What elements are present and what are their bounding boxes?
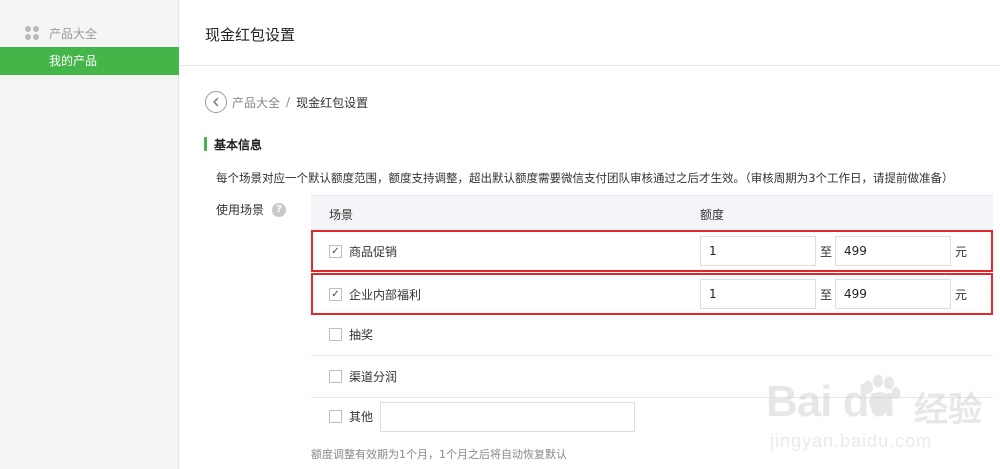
scene-label: 渠道分润	[349, 370, 398, 384]
field-label-text: 使用场景	[216, 203, 265, 217]
other-scene-input[interactable]	[380, 402, 635, 432]
min-amount-input[interactable]	[700, 279, 816, 309]
range-to-text: 至	[820, 288, 833, 302]
watermark-url: jingyan.baidu.com	[770, 431, 933, 451]
scene-label: 其他	[349, 410, 374, 424]
checkbox-employee-benefits[interactable]: ✓	[329, 288, 342, 301]
grid-dots-icon	[25, 26, 39, 40]
sidebar-item-my-products[interactable]: 我的产品	[0, 47, 179, 75]
table-row: ✓ 企业内部福利 至 元	[311, 273, 993, 315]
checkbox-lottery[interactable]	[329, 328, 342, 341]
paw-icon	[863, 374, 901, 412]
table-row: 抽奖	[311, 314, 993, 356]
breadcrumb-separator: /	[286, 95, 291, 109]
unit-text: 元	[955, 288, 968, 302]
sidebar-category-product-catalog[interactable]: 产品大全	[25, 24, 97, 42]
breadcrumb: 产品大全 / 现金红包设置	[205, 90, 368, 114]
validity-note: 额度调整有效期为1个月，1个月之后将自动恢复默认	[311, 448, 567, 461]
max-amount-input[interactable]	[835, 279, 951, 309]
column-header-scene: 场景	[329, 208, 354, 222]
section-description: 每个场景对应一个默认额度范围，额度支持调整，超出默认额度需要微信支付团队审核通过…	[216, 171, 954, 185]
section-accent-bar	[204, 137, 207, 151]
scene-label: 抽奖	[349, 328, 374, 342]
checkbox-other[interactable]	[329, 410, 342, 423]
question-mark-icon[interactable]: ?	[272, 202, 287, 217]
breadcrumb-parent-link[interactable]: 产品大全	[232, 94, 280, 111]
max-amount-input[interactable]	[835, 236, 951, 266]
watermark-cn: 经验	[914, 390, 982, 430]
sidebar: 产品大全 我的产品	[0, 0, 179, 469]
baidu-jingyan-watermark: Bai du 经验 jingyan.baidu.com	[762, 365, 998, 465]
checkbox-product-promotion[interactable]: ✓	[329, 245, 342, 258]
unit-text: 元	[955, 245, 968, 259]
back-button[interactable]	[205, 91, 227, 113]
chevron-left-icon	[213, 97, 219, 107]
breadcrumb-current: 现金红包设置	[296, 95, 369, 110]
page-header: 现金红包设置	[180, 0, 1000, 66]
scene-label: 商品促销	[349, 245, 398, 259]
page-title: 现金红包设置	[205, 26, 296, 44]
min-amount-input[interactable]	[700, 236, 816, 266]
field-label-usage-scene: 使用场景 ?	[216, 201, 287, 218]
column-header-amount: 额度	[700, 208, 725, 222]
checkbox-channel-profit-share[interactable]	[329, 370, 342, 383]
table-header: 场景 额度	[311, 195, 993, 231]
table-row: ✓ 商品促销 至 元	[311, 230, 993, 272]
scene-label: 企业内部福利	[349, 288, 422, 302]
sidebar-category-label: 产品大全	[49, 26, 98, 41]
range-to-text: 至	[820, 245, 833, 259]
section-title: 基本信息	[214, 138, 263, 152]
